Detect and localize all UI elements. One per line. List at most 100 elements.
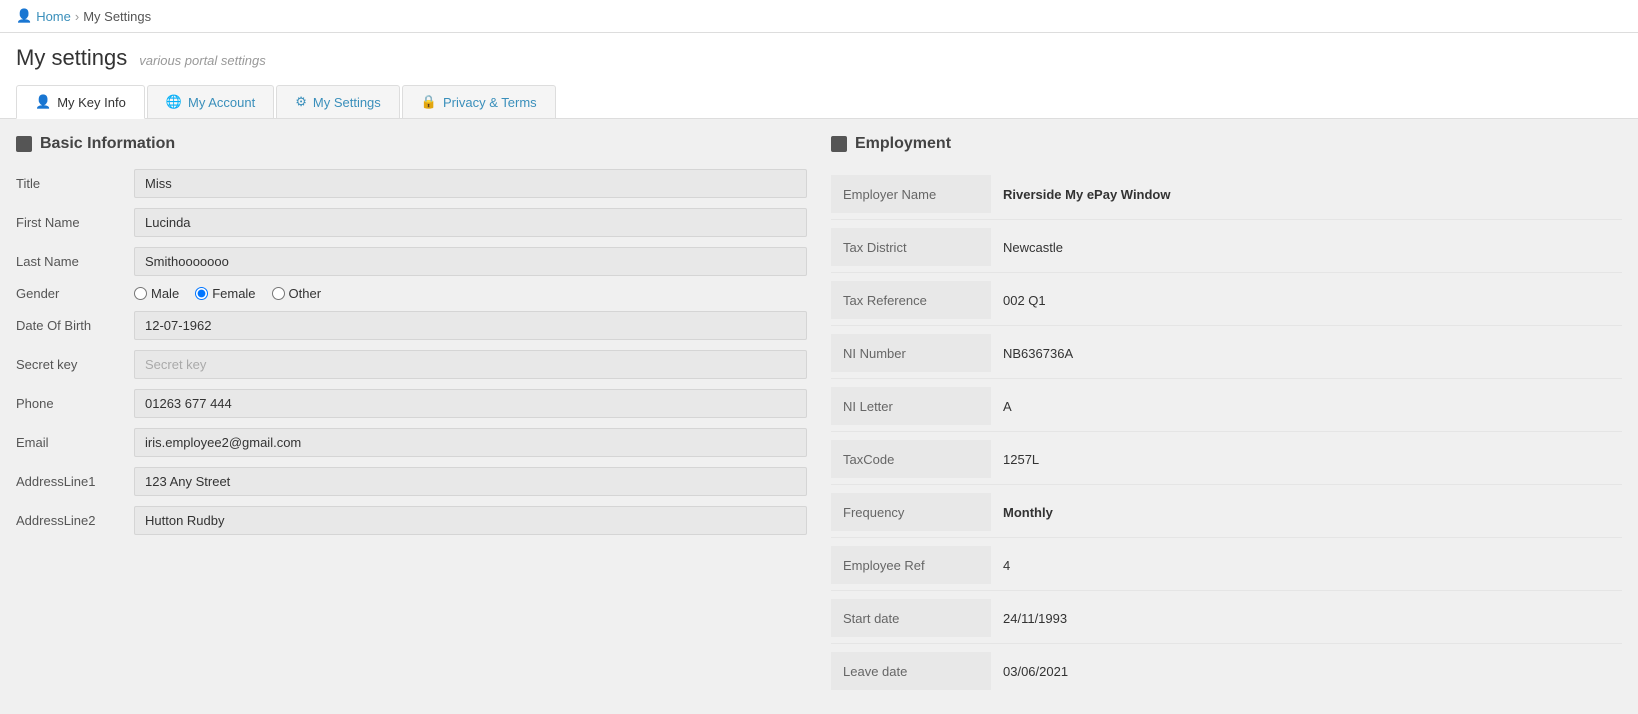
emp-value-taxcode: 1257L — [991, 444, 1622, 475]
field-last-name: Last Name — [16, 247, 807, 276]
input-address1[interactable] — [134, 467, 807, 496]
field-dob: Date Of Birth — [16, 311, 807, 340]
emp-value-start-date: 24/11/1993 — [991, 603, 1622, 634]
emp-value-employer: Riverside My ePay Window — [991, 179, 1622, 210]
lock-tab-icon: 🔒 — [421, 94, 437, 110]
label-email: Email — [16, 435, 126, 450]
emp-row-frequency: Frequency Monthly — [831, 487, 1622, 538]
tab-key-info-label: My Key Info — [57, 95, 126, 110]
basic-info-header: Basic Information — [16, 135, 807, 153]
breadcrumb: 👤 Home › My Settings — [0, 0, 1638, 33]
basic-info-icon — [16, 136, 32, 152]
emp-value-ni-number: NB636736A — [991, 338, 1622, 369]
breadcrumb-separator: › — [75, 9, 79, 24]
emp-row-start-date: Start date 24/11/1993 — [831, 593, 1622, 644]
basic-info-title: Basic Information — [40, 135, 175, 153]
emp-label-taxcode: TaxCode — [831, 440, 991, 478]
employment-title: Employment — [855, 135, 951, 153]
field-address2: AddressLine2 — [16, 506, 807, 535]
input-secret-key[interactable] — [134, 350, 807, 379]
tab-privacy-label: Privacy & Terms — [443, 95, 537, 110]
page-wrapper: 👤 Home › My Settings My settings various… — [0, 0, 1638, 714]
content-area: Basic Information Title First Name Last … — [0, 119, 1638, 714]
tab-settings-label: My Settings — [313, 95, 381, 110]
tab-account-label: My Account — [188, 95, 255, 110]
input-last-name[interactable] — [134, 247, 807, 276]
radio-label-other: Other — [289, 286, 322, 301]
radio-input-female[interactable] — [195, 287, 208, 300]
input-address2[interactable] — [134, 506, 807, 535]
emp-row-taxref: Tax Reference 002 Q1 — [831, 275, 1622, 326]
emp-label-emp-ref: Employee Ref — [831, 546, 991, 584]
employment-section: Employment Employer Name Riverside My eP… — [831, 135, 1622, 698]
label-phone: Phone — [16, 396, 126, 411]
label-dob: Date Of Birth — [16, 318, 126, 333]
tab-privacy[interactable]: 🔒 Privacy & Terms — [402, 85, 556, 118]
breadcrumb-home[interactable]: Home — [36, 9, 71, 24]
radio-label-female: Female — [212, 286, 255, 301]
label-secret-key: Secret key — [16, 357, 126, 372]
tab-account[interactable]: 🌐 My Account — [147, 85, 274, 118]
radio-male[interactable]: Male — [134, 286, 179, 301]
label-gender: Gender — [16, 286, 126, 301]
title-row: My settings various portal settings — [16, 45, 1622, 81]
emp-label-frequency: Frequency — [831, 493, 991, 531]
settings-tab-icon: ⚙ — [295, 94, 307, 110]
emp-row-leave-date: Leave date 03/06/2021 — [831, 646, 1622, 696]
emp-label-taxref: Tax Reference — [831, 281, 991, 319]
field-title: Title — [16, 169, 807, 198]
field-secret-key: Secret key — [16, 350, 807, 379]
emp-row-employer: Employer Name Riverside My ePay Window — [831, 169, 1622, 220]
input-phone[interactable] — [134, 389, 807, 418]
emp-label-ni-letter: NI Letter — [831, 387, 991, 425]
globe-tab-icon: 🌐 — [166, 94, 182, 110]
input-first-name[interactable] — [134, 208, 807, 237]
page-title: My settings — [16, 45, 127, 71]
employment-header: Employment — [831, 135, 1622, 153]
emp-row-emp-ref: Employee Ref 4 — [831, 540, 1622, 591]
page-header: My settings various portal settings 👤 My… — [0, 33, 1638, 119]
emp-row-ni-number: NI Number NB636736A — [831, 328, 1622, 379]
label-first-name: First Name — [16, 215, 126, 230]
input-title[interactable] — [134, 169, 807, 198]
gender-options: Male Female Other — [134, 286, 321, 301]
emp-label-ni-number: NI Number — [831, 334, 991, 372]
emp-label-employer: Employer Name — [831, 175, 991, 213]
person-tab-icon: 👤 — [35, 94, 51, 110]
emp-value-emp-ref: 4 — [991, 550, 1622, 581]
emp-label-start-date: Start date — [831, 599, 991, 637]
emp-row-ni-letter: NI Letter A — [831, 381, 1622, 432]
emp-value-ni-letter: A — [991, 391, 1622, 422]
field-first-name: First Name — [16, 208, 807, 237]
input-email[interactable] — [134, 428, 807, 457]
label-last-name: Last Name — [16, 254, 126, 269]
field-gender: Gender Male Female Other — [16, 286, 807, 301]
tab-key-info[interactable]: 👤 My Key Info — [16, 85, 145, 119]
emp-value-leave-date: 03/06/2021 — [991, 656, 1622, 687]
field-address1: AddressLine1 — [16, 467, 807, 496]
person-icon: 👤 — [16, 8, 32, 24]
tab-settings[interactable]: ⚙ My Settings — [276, 85, 400, 118]
radio-input-other[interactable] — [272, 287, 285, 300]
field-email: Email — [16, 428, 807, 457]
employment-icon — [831, 136, 847, 152]
radio-female[interactable]: Female — [195, 286, 255, 301]
emp-value-frequency: Monthly — [991, 497, 1622, 528]
page-subtitle: various portal settings — [139, 53, 265, 68]
label-address2: AddressLine2 — [16, 513, 126, 528]
input-dob[interactable] — [134, 311, 807, 340]
emp-label-leave-date: Leave date — [831, 652, 991, 690]
radio-label-male: Male — [151, 286, 179, 301]
basic-info-section: Basic Information Title First Name Last … — [16, 135, 807, 698]
radio-input-male[interactable] — [134, 287, 147, 300]
label-address1: AddressLine1 — [16, 474, 126, 489]
emp-value-taxref: 002 Q1 — [991, 285, 1622, 316]
radio-other[interactable]: Other — [272, 286, 322, 301]
field-phone: Phone — [16, 389, 807, 418]
emp-row-taxcode: TaxCode 1257L — [831, 434, 1622, 485]
emp-row-district: Tax District Newcastle — [831, 222, 1622, 273]
emp-value-district: Newcastle — [991, 232, 1622, 263]
label-title: Title — [16, 176, 126, 191]
breadcrumb-current: My Settings — [83, 9, 151, 24]
tabs: 👤 My Key Info 🌐 My Account ⚙ My Settings… — [16, 85, 1622, 118]
